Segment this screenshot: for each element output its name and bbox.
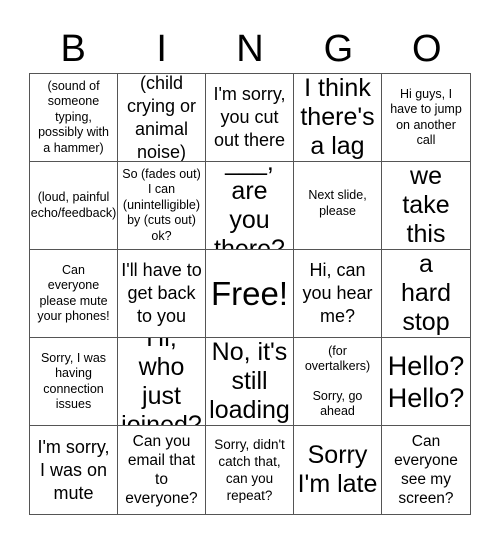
bingo-cell[interactable]: Sorry, I was having connection issues bbox=[30, 338, 118, 426]
bingo-cell[interactable]: Hi guys, I have to jump on another call bbox=[382, 74, 470, 162]
bingo-cell[interactable]: No, it's still loading bbox=[206, 338, 294, 426]
cell-text: (sound of someone typing, possibly with … bbox=[38, 78, 109, 155]
bingo-cell[interactable]: I'm sorry, I was on mute bbox=[30, 426, 118, 514]
cell-text: ___, are you there? bbox=[214, 162, 285, 250]
header-letter-b: B bbox=[60, 28, 86, 70]
cell-text: I'll have to get back to you bbox=[121, 260, 202, 326]
header-letter-i: I bbox=[156, 28, 167, 70]
bingo-cell[interactable]: Sorry I'm late bbox=[294, 426, 382, 514]
cell-text: Can you email that to everyone? bbox=[125, 433, 198, 507]
cell-text: (loud, painful echo/feedback) bbox=[30, 190, 117, 220]
cell-text: Hi guys, I have to jump on another call bbox=[390, 86, 462, 148]
cell-text: Can everyone see my screen? bbox=[394, 433, 458, 507]
cell-subtext: Sorry, go ahead bbox=[312, 388, 363, 419]
bingo-cell[interactable]: (sound of someone typing, possibly with … bbox=[30, 74, 118, 162]
cell-text: Hi, who just joined? bbox=[121, 338, 202, 426]
bingo-cell[interactable]: I'll have to get back to you bbox=[118, 250, 206, 338]
cell-text: Sorry, didn't catch that, can you repeat… bbox=[214, 437, 285, 503]
cell-text: So (fades out) I can (unintelligible) by… bbox=[122, 166, 201, 243]
cell-text: I think there's a lag bbox=[300, 74, 375, 160]
cell-text: Sorry, I was having connection issues bbox=[40, 350, 107, 412]
free-space-cell[interactable]: Free! bbox=[206, 250, 294, 338]
bingo-board: (sound of someone typing, possibly with … bbox=[29, 73, 471, 515]
cell-text: I'm sorry, you cut out there bbox=[213, 84, 286, 150]
bingo-cell[interactable]: Hello? Hello? bbox=[382, 338, 470, 426]
cell-text: I have a hard stop at.. bbox=[400, 250, 452, 336]
bingo-cell[interactable]: Hi, who just joined? bbox=[118, 338, 206, 426]
bingo-cell[interactable]: Can everyone please mute your phones! bbox=[30, 250, 118, 338]
bingo-cell[interactable]: (loud, painful echo/feedback) bbox=[30, 162, 118, 250]
cell-text: (for overtalkers) bbox=[304, 343, 371, 374]
cell-text: Hello? Hello? bbox=[387, 350, 465, 413]
bingo-cell[interactable]: I think there's a lag bbox=[294, 74, 382, 162]
cell-text: Sorry I'm late bbox=[297, 441, 378, 498]
cell-text: Can everyone please mute your phones! bbox=[37, 262, 110, 324]
bingo-cell[interactable]: Can you email that to everyone? bbox=[118, 426, 206, 514]
free-space-text: Free! bbox=[210, 274, 289, 312]
header-letter-n: N bbox=[236, 28, 264, 70]
header-letter-g: G bbox=[323, 28, 354, 70]
bingo-cell[interactable]: ___, are you there? bbox=[206, 162, 294, 250]
cell-text: Hi, can you hear me? bbox=[302, 260, 373, 326]
cell-text: No, it's still loading bbox=[209, 338, 290, 424]
bingo-cell[interactable]: I have a hard stop at.. bbox=[382, 250, 470, 338]
bingo-cell[interactable]: Can everyone see my screen? bbox=[382, 426, 470, 514]
bingo-cell[interactable]: Sorry, didn't catch that, can you repeat… bbox=[206, 426, 294, 514]
cell-text: Next slide, please bbox=[308, 188, 367, 218]
bingo-cell[interactable]: Can we take this offline? bbox=[382, 162, 470, 250]
bingo-cell[interactable]: So (fades out) I can (unintelligible) by… bbox=[118, 162, 206, 250]
bingo-header: B I N G O bbox=[29, 26, 471, 72]
bingo-cell[interactable]: Hi, can you hear me? bbox=[294, 250, 382, 338]
bingo-cell[interactable]: (child crying or animal noise) bbox=[118, 74, 206, 162]
header-letter-o: O bbox=[412, 28, 442, 70]
cell-text: I'm sorry, I was on mute bbox=[37, 436, 110, 503]
bingo-cell[interactable]: Next slide, please bbox=[294, 162, 382, 250]
bingo-cell[interactable]: (for overtalkers) Sorry, go ahead bbox=[294, 338, 382, 426]
cell-text: Can we take this offline? bbox=[402, 162, 450, 248]
bingo-cell[interactable]: I'm sorry, you cut out there bbox=[206, 74, 294, 162]
cell-text: (child crying or animal noise) bbox=[126, 74, 197, 162]
